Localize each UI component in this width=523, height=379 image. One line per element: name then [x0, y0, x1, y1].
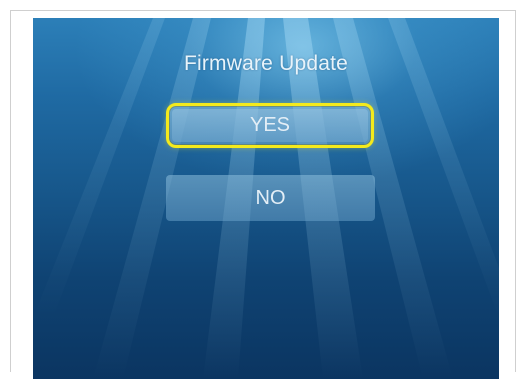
no-button[interactable]: NO — [166, 175, 375, 221]
yes-button[interactable]: YES — [166, 103, 374, 148]
yes-button-label: YES — [249, 114, 291, 136]
screen-title: Firmware Update — [183, 52, 349, 75]
device-screen: Firmware Update YES NO — [33, 18, 499, 379]
no-button-label: NO — [255, 186, 286, 209]
